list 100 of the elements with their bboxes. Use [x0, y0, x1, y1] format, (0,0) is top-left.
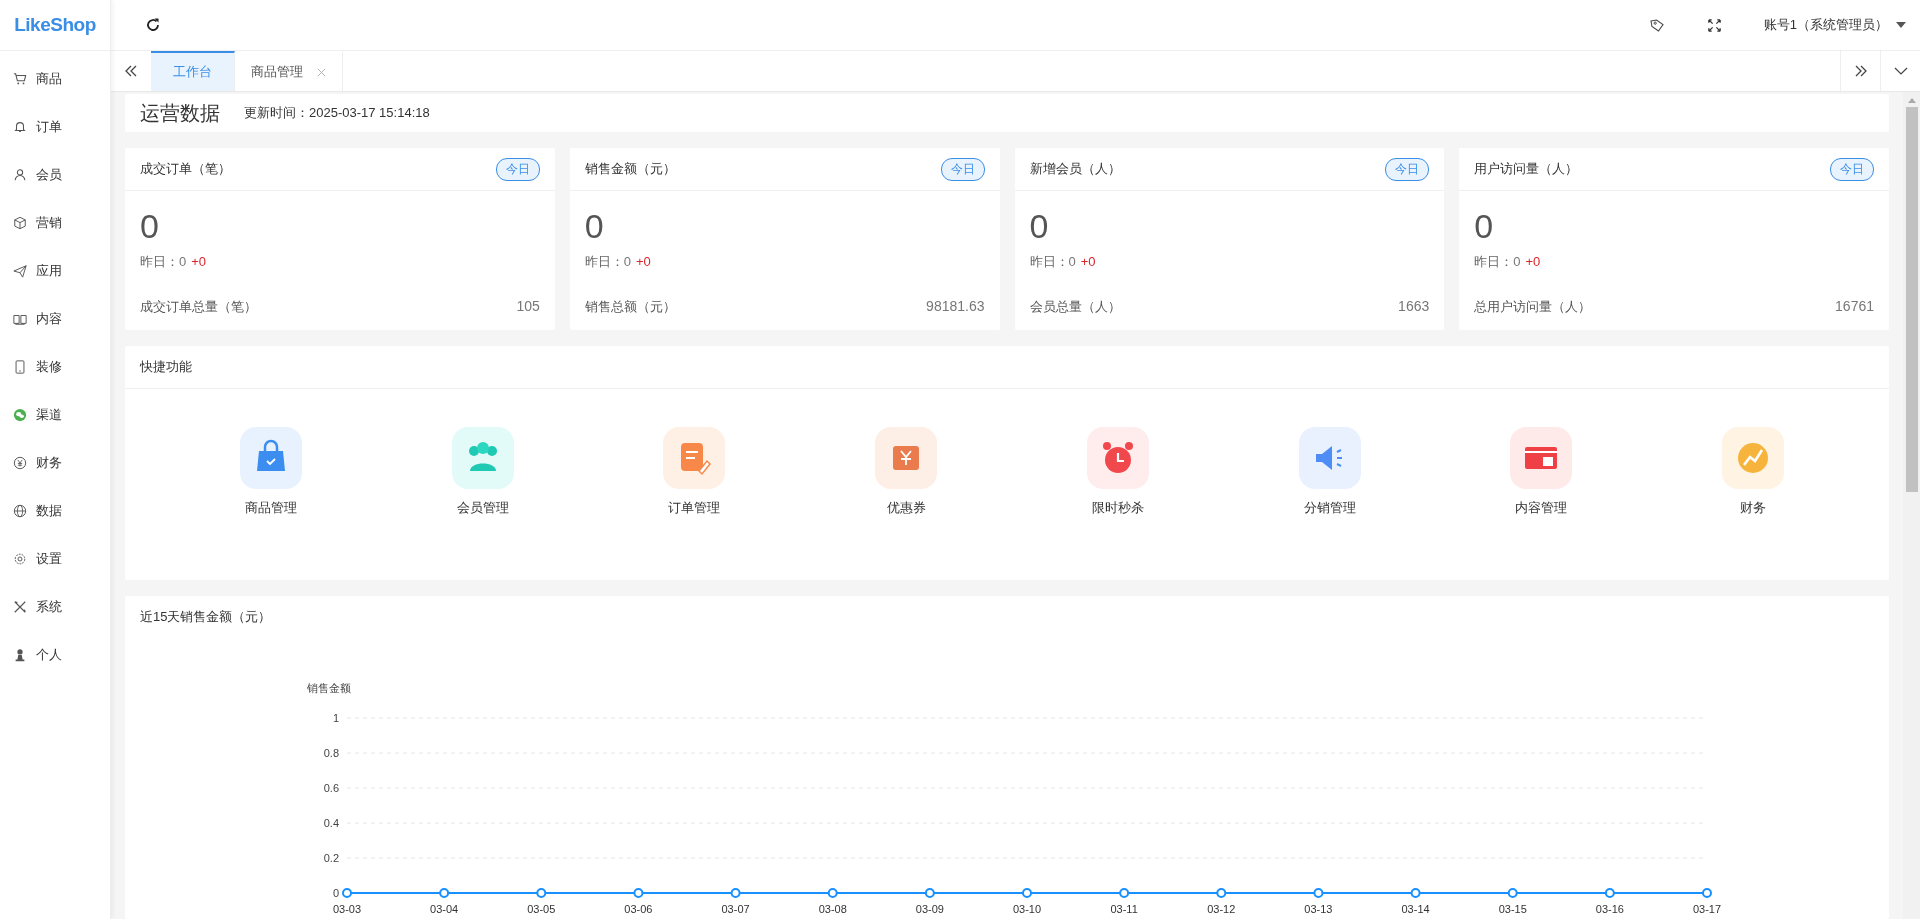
- total-value: 98181.63: [926, 298, 985, 316]
- data-point: [924, 888, 935, 898]
- x-tick-label: 03-17: [1692, 903, 1722, 915]
- sidebar-item[interactable]: 系统: [0, 583, 110, 631]
- chart-icon: [1722, 427, 1785, 489]
- group-icon: [451, 427, 514, 489]
- total-value: 105: [516, 298, 540, 316]
- shortcut-item[interactable]: 内容管理: [1435, 427, 1648, 517]
- shortcut-item[interactable]: 会员管理: [376, 427, 589, 517]
- data-point: [342, 888, 352, 898]
- x-tick-label: 03-15: [1498, 903, 1527, 915]
- y-tick-label: 0.2: [323, 852, 339, 864]
- data-point: [439, 888, 450, 898]
- period-badge: 今日: [495, 157, 540, 181]
- sidebar-item[interactable]: 财务: [0, 439, 110, 487]
- x-tick-label: 03-04: [430, 903, 459, 915]
- change-value: +0: [636, 254, 651, 269]
- data-point: [1313, 888, 1324, 898]
- sidebar-item[interactable]: 渠道: [0, 391, 110, 439]
- total-value: 16761: [1835, 298, 1874, 316]
- account-menu[interactable]: 账号1（系统管理员）: [1763, 16, 1888, 34]
- sidebar-item[interactable]: 应用: [0, 247, 110, 295]
- x-tick-label: 03-06: [624, 903, 653, 915]
- change-value: +0: [1080, 254, 1096, 269]
- stat-title: 销售金额（元）: [584, 160, 676, 178]
- shortcut-item[interactable]: 优惠券: [800, 427, 1012, 517]
- sidebar-item[interactable]: 订单: [0, 103, 110, 151]
- bell-icon: [13, 120, 27, 134]
- x-tick-label: 03-05: [527, 903, 556, 915]
- globe-icon: [13, 504, 27, 518]
- total-label: 总用户访问量（人）: [1474, 298, 1592, 316]
- plane-icon: [13, 264, 27, 278]
- person-icon: [13, 648, 27, 662]
- section-title: 快捷功能: [140, 358, 192, 376]
- y-tick-label: 0: [332, 887, 339, 899]
- coupon-icon: [875, 427, 938, 489]
- shortcut-item[interactable]: 商品管理: [165, 427, 377, 517]
- tab[interactable]: 商品管理: [235, 51, 343, 91]
- bag-icon: [239, 427, 302, 489]
- sidebar-item[interactable]: 会员: [0, 151, 110, 199]
- data-point: [1119, 888, 1130, 898]
- yesterday-value: 0: [623, 254, 631, 269]
- phone-icon: [13, 360, 27, 374]
- shortcut-item[interactable]: 限时秒杀: [1012, 427, 1224, 517]
- scrollbar[interactable]: [1903, 92, 1920, 919]
- data-point: [1604, 888, 1615, 898]
- close-icon[interactable]: [317, 67, 326, 77]
- refresh-icon[interactable]: [145, 17, 161, 33]
- data-point: [1410, 888, 1421, 898]
- section-title: 运营数据: [140, 100, 220, 126]
- stat-title: 用户访问量（人）: [1474, 160, 1579, 178]
- chevrons-left-icon: [123, 63, 139, 79]
- shortcut-item[interactable]: 分销管理: [1223, 427, 1436, 517]
- stat-title: 新增会员（人）: [1029, 160, 1121, 178]
- stat-value: 0: [1029, 206, 1050, 247]
- shortcut-item[interactable]: 订单管理: [588, 427, 801, 517]
- user-icon: [13, 168, 27, 182]
- period-badge: 今日: [1385, 157, 1430, 181]
- x-tick-label: 03-09: [915, 903, 944, 915]
- gear-icon: [13, 552, 27, 566]
- yesterday-value: 0: [1513, 254, 1521, 269]
- x-tick-label: 03-08: [818, 903, 847, 915]
- y-tick-label: 0.8: [323, 747, 339, 759]
- x-tick-label: 03-11: [1110, 903, 1138, 915]
- sidebar-item[interactable]: 设置: [0, 535, 110, 583]
- book-icon: [13, 312, 27, 326]
- sidebar-item[interactable]: 商品: [0, 55, 110, 103]
- sidebar-item[interactable]: 个人: [0, 631, 110, 679]
- chart-title: 近15天销售金额（元）: [140, 608, 273, 626]
- sidebar-item[interactable]: 营销: [0, 199, 110, 247]
- x-tick-label: 03-07: [721, 903, 750, 915]
- sidebar-item[interactable]: 数据: [0, 487, 110, 535]
- change-value: +0: [191, 254, 207, 269]
- yesterday-label: 昨日：: [584, 254, 624, 269]
- shortcut-item[interactable]: 财务: [1647, 427, 1859, 517]
- sidebar-item[interactable]: 内容: [0, 295, 110, 343]
- data-point: [1507, 888, 1518, 898]
- total-label: 会员总量（人）: [1029, 298, 1121, 316]
- yesterday-value: 0: [1068, 254, 1076, 269]
- arrow-up-icon[interactable]: [1907, 98, 1916, 103]
- y-tick-label: 0.4: [323, 817, 339, 829]
- stat-value: 0: [1474, 206, 1495, 247]
- y-axis-title: 销售金额: [307, 682, 351, 694]
- data-point: [536, 888, 547, 898]
- x-tick-label: 03-16: [1595, 903, 1624, 915]
- yesterday-label: 昨日：: [140, 254, 179, 269]
- chat-icon: [13, 408, 27, 422]
- yen-icon: [13, 456, 27, 470]
- data-point: [827, 888, 838, 898]
- tag-icon[interactable]: [1649, 17, 1665, 33]
- fullscreen-icon[interactable]: [1706, 17, 1722, 33]
- speaker-icon: [1298, 427, 1361, 489]
- card-icon: [1510, 427, 1573, 489]
- data-point: [633, 888, 644, 898]
- x-tick-label: 03-13: [1304, 903, 1333, 915]
- caret-icon[interactable]: [1896, 22, 1906, 28]
- sidebar-item[interactable]: 装修: [0, 343, 110, 391]
- note-icon: [663, 427, 726, 489]
- stat-value: 0: [140, 206, 160, 247]
- x-tick-label: 03-14: [1401, 903, 1430, 915]
